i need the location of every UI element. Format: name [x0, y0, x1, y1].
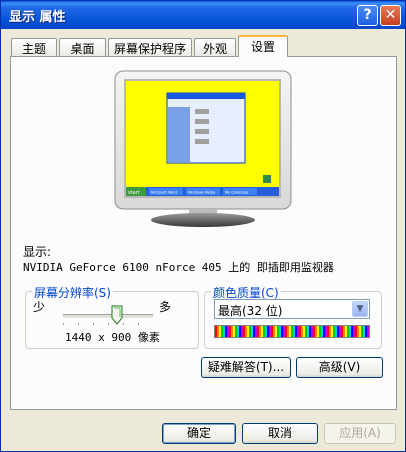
tab-themes[interactable]: 主题 — [11, 38, 57, 56]
ok-button[interactable]: 确定 — [162, 423, 236, 444]
start-button-preview: start — [128, 190, 140, 196]
resolution-more-label: 多 — [159, 300, 172, 314]
taskbar-item: My Computer — [225, 191, 249, 195]
cancel-button[interactable]: 取消 — [242, 423, 318, 444]
title-bar[interactable]: 显示 属性 ? ✕ — [1, 1, 405, 29]
taskbar-item: Microsoft Word — [151, 191, 177, 195]
help-button[interactable]: ? — [357, 5, 378, 26]
resolution-slider-ticks — [63, 323, 153, 325]
apply-button[interactable]: 应用(A) — [324, 423, 396, 444]
close-icon: ✕ — [384, 7, 397, 23]
display-device-name: NVIDIA GeForce 6100 nForce 405 上的 即插即用监视… — [23, 261, 334, 274]
color-quality-select[interactable]: 最高(32 位) ▼ — [214, 299, 370, 319]
close-button[interactable]: ✕ — [380, 5, 401, 26]
resolution-slider-track[interactable] — [63, 314, 153, 319]
color-quality-selected: 最高(32 位) — [218, 304, 283, 318]
tab-settings[interactable]: 设置 — [238, 35, 288, 57]
resolution-value: 1440 x 900 像素 — [65, 331, 160, 344]
tab-appearance[interactable]: 外观 — [194, 38, 236, 56]
question-icon: ? — [363, 7, 372, 23]
troubleshoot-button[interactable]: 疑难解答(T)... — [201, 357, 291, 378]
tab-screensaver[interactable]: 屏幕保护程序 — [108, 38, 192, 56]
tab-desktop[interactable]: 桌面 — [59, 38, 106, 56]
display-label: 显示: — [23, 245, 52, 259]
color-spectrum-bar — [214, 325, 370, 338]
monitor-preview: start Microsoft Word Windows Media My Co… — [114, 70, 292, 227]
advanced-button[interactable]: 高级(V) — [296, 357, 383, 378]
window-title: 显示 属性 — [9, 10, 66, 25]
chevron-down-icon[interactable]: ▼ — [352, 301, 368, 317]
taskbar-item: Windows Media — [188, 191, 215, 195]
resolution-less-label: 少 — [33, 300, 46, 314]
resolution-slider-thumb[interactable] — [111, 305, 123, 325]
display-properties-window: 显示 属性 ? ✕ 主题 桌面 屏幕保护程序 外观 设置 start Micro… — [0, 0, 406, 452]
